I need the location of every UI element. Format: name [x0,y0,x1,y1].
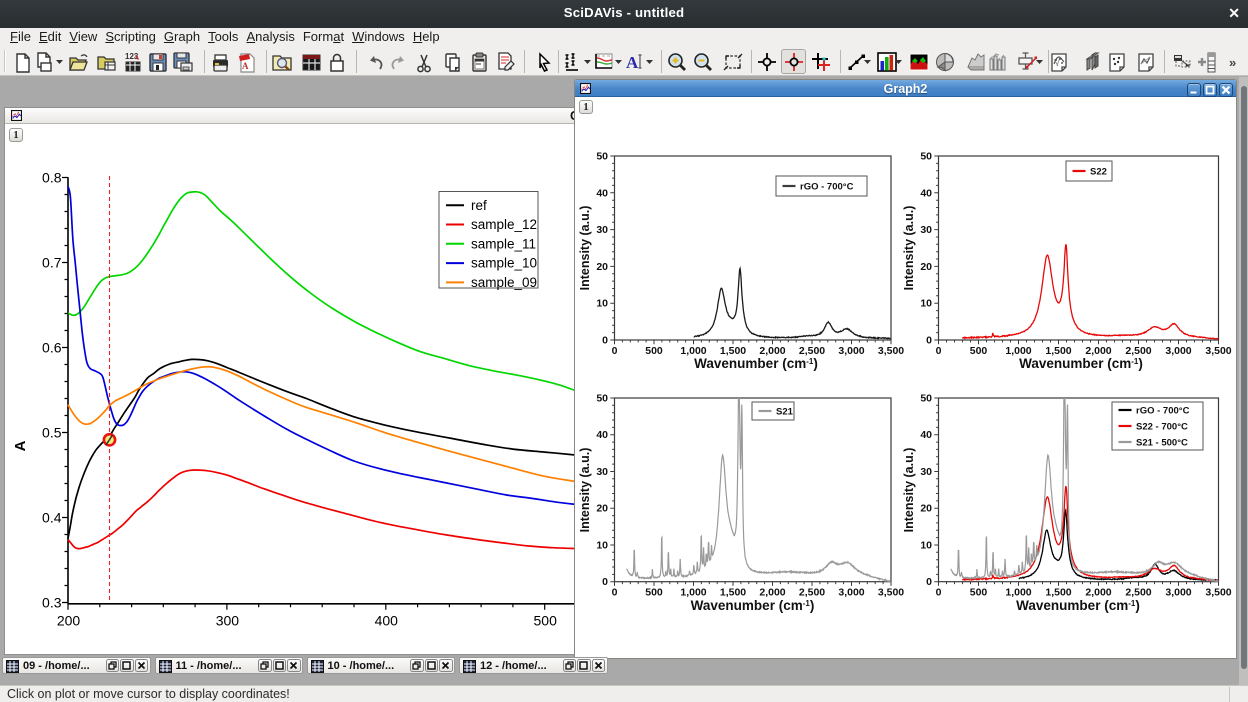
svg-text:500: 500 [645,345,663,357]
svg-text:ref: ref [471,198,487,213]
svg-text:A: A [242,61,249,71]
svg-text:3,500: 3,500 [878,587,904,599]
svg-text:Intensity (a.u.): Intensity (a.u.) [578,206,592,291]
svg-text:10: 10 [596,298,608,310]
svg-text:30: 30 [920,466,932,478]
svg-text:30: 30 [596,224,608,236]
svg-text:30: 30 [920,224,932,236]
svg-text:50: 50 [920,393,932,405]
svg-text:10: 10 [596,540,608,552]
svg-text:10: 10 [920,540,932,552]
svg-text:50: 50 [596,151,608,163]
svg-text:0.5: 0.5 [42,424,62,440]
svg-text:3,500: 3,500 [1205,587,1231,599]
svg-text:40: 40 [920,429,932,441]
svg-text:3,000: 3,000 [838,587,864,599]
svg-text:0.8: 0.8 [42,169,62,185]
svg-text:0: 0 [612,345,618,357]
svg-text:40: 40 [596,187,608,199]
svg-text:10: 10 [920,298,932,310]
svg-text:0.3: 0.3 [42,594,62,610]
svg-text:1,000: 1,000 [1005,587,1031,599]
svg-text:rGO - 700°C: rGO - 700°C [800,181,854,192]
svg-text:30: 30 [596,466,608,478]
svg-text:500: 500 [645,587,663,599]
svg-text:2,500: 2,500 [1125,587,1151,599]
svg-text:3,500: 3,500 [878,345,904,357]
svg-text:3,000: 3,000 [838,345,864,357]
svg-text:2,000: 2,000 [759,587,785,599]
svg-text:rGO - 700°C: rGO - 700°C [1136,405,1190,416]
svg-text:500: 500 [970,587,988,599]
svg-text:0: 0 [936,345,942,357]
svg-text:0.6: 0.6 [42,339,62,355]
svg-text:2,500: 2,500 [799,587,825,599]
svg-text:0: 0 [926,335,932,347]
svg-text:»: » [1229,55,1236,70]
svg-text:Wavenumber (cm-1): Wavenumber (cm-1) [694,356,818,371]
svg-text:S21: S21 [776,406,794,417]
svg-text:Wavenumber (cm-1): Wavenumber (cm-1) [1016,598,1140,613]
svg-text:20: 20 [920,261,932,273]
svg-text:20: 20 [920,503,932,515]
svg-text:1,500: 1,500 [720,587,746,599]
svg-text:300: 300 [216,613,240,629]
svg-text:0: 0 [602,576,608,588]
svg-text:sample_10: sample_10 [471,256,537,271]
svg-text:Intensity (a.u.): Intensity (a.u.) [902,206,916,291]
svg-text:40: 40 [920,187,932,199]
svg-text:0: 0 [936,587,942,599]
svg-text:S22 - 700°C: S22 - 700°C [1136,421,1188,432]
svg-text:3,000: 3,000 [1165,345,1191,357]
svg-text:0: 0 [602,335,608,347]
svg-text:0: 0 [612,587,618,599]
svg-text:Wavenumber (cm-1): Wavenumber (cm-1) [691,598,815,613]
svg-text:S22: S22 [1090,166,1107,177]
svg-text:Wavenumber (cm-1): Wavenumber (cm-1) [1019,356,1143,371]
svg-text:400: 400 [375,613,399,629]
svg-text:1,500: 1,500 [1045,587,1071,599]
svg-text:sample_11: sample_11 [471,236,536,251]
svg-text:Intensity (a.u.): Intensity (a.u.) [578,448,592,533]
svg-text:sample_09: sample_09 [471,275,537,290]
svg-text:0.4: 0.4 [42,509,62,525]
svg-text:40: 40 [596,429,608,441]
svg-text:2,000: 2,000 [1085,587,1111,599]
svg-text:Intensity (a.u.): Intensity (a.u.) [902,448,916,533]
svg-text:A: A [626,53,639,72]
svg-text:sample_12: sample_12 [471,217,537,232]
svg-text:S21 - 500°C: S21 - 500°C [1136,437,1188,448]
svg-text:3,000: 3,000 [1165,587,1191,599]
svg-text:A: A [12,440,29,451]
svg-text:500: 500 [970,345,988,357]
svg-text:1,000: 1,000 [680,587,706,599]
svg-text:0.7: 0.7 [42,254,62,270]
svg-text:3,500: 3,500 [1205,345,1231,357]
svg-text:20: 20 [596,261,608,273]
svg-text:20: 20 [596,503,608,515]
svg-text:0: 0 [926,576,932,588]
svg-text:50: 50 [920,151,932,163]
svg-text:500: 500 [534,613,558,629]
svg-text:200: 200 [57,613,81,629]
svg-text:50: 50 [596,393,608,405]
